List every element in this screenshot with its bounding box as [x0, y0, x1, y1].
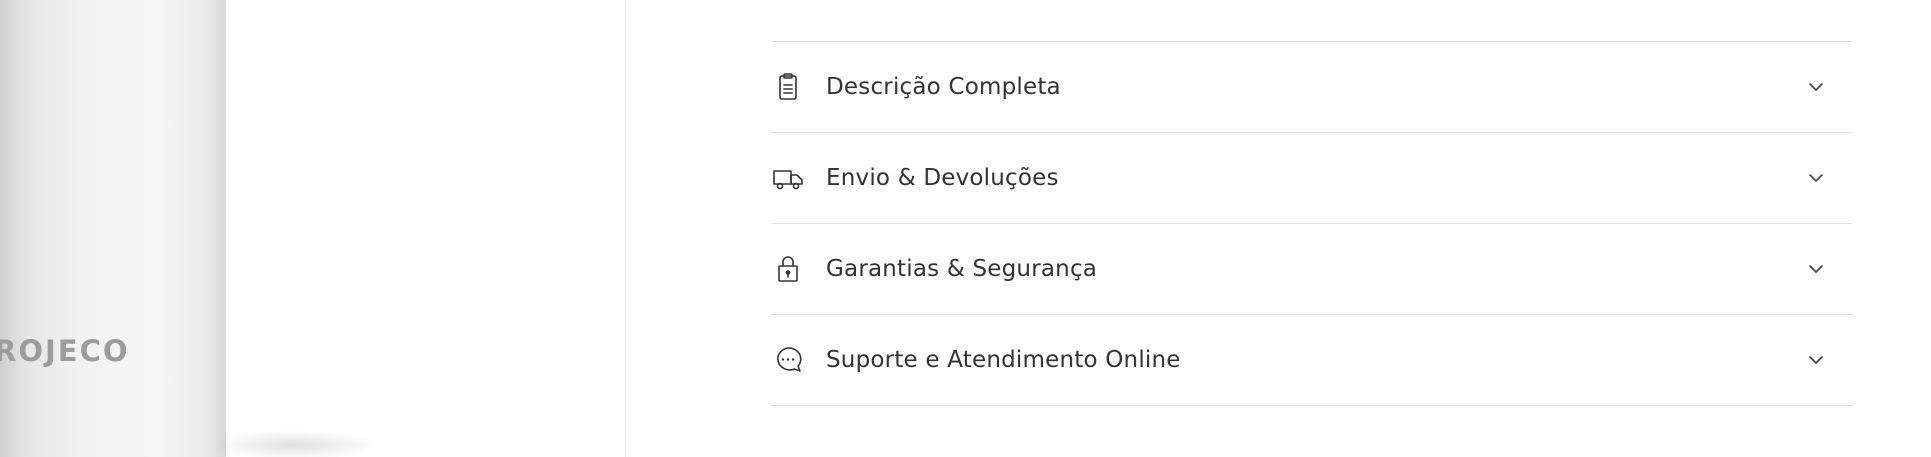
chevron-down-icon[interactable]	[1806, 259, 1826, 279]
accordion-item-label: Envio & Devoluções	[826, 165, 1059, 191]
accordion-item-label: Garantias & Segurança	[826, 256, 1098, 282]
accordion-item-warranty[interactable]: Garantias & Segurança	[771, 224, 1852, 315]
product-details-page: ROJECO Descrição Completa Envio & Devolu…	[0, 0, 1931, 457]
lock-icon	[772, 253, 804, 285]
chevron-down-icon[interactable]	[1806, 168, 1826, 188]
accordion-item-shipping[interactable]: Envio & Devoluções	[771, 133, 1852, 224]
product-brand-print: ROJECO	[0, 334, 130, 368]
accordion-item-description[interactable]: Descrição Completa	[771, 42, 1852, 133]
product-image[interactable]: ROJECO	[0, 0, 380, 457]
accordion-item-support[interactable]: Suporte e Atendimento Online	[771, 315, 1852, 406]
accordion-item-label: Suporte e Atendimento Online	[826, 347, 1181, 373]
clipboard-icon	[772, 71, 804, 103]
product-info-accordion: Descrição Completa Envio & Devoluções Ga…	[771, 41, 1852, 406]
chat-icon	[772, 344, 804, 376]
truck-icon	[772, 162, 804, 194]
accordion-item-label: Descrição Completa	[826, 74, 1061, 100]
chevron-down-icon[interactable]	[1806, 350, 1826, 370]
chevron-down-icon[interactable]	[1806, 77, 1826, 97]
product-media: ROJECO	[0, 0, 626, 457]
